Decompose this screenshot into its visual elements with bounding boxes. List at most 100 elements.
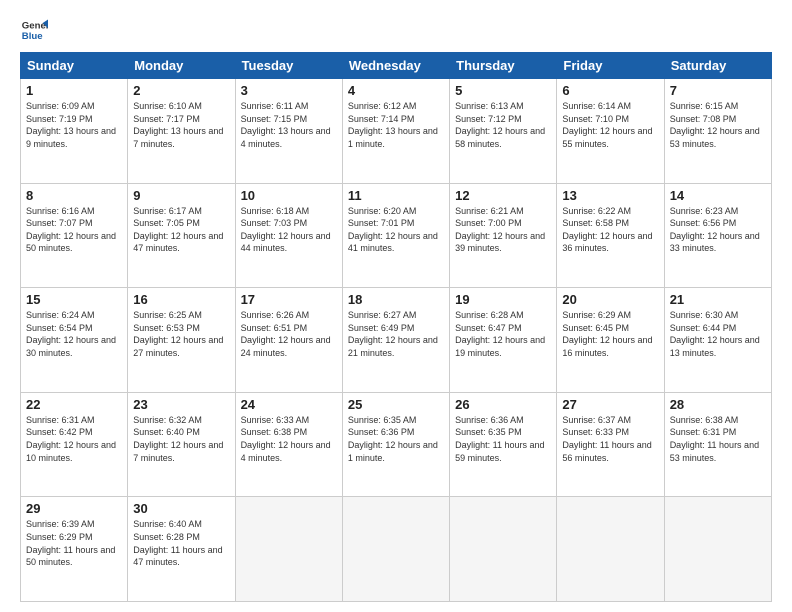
day-number: 13 (562, 188, 658, 203)
day-number: 15 (26, 292, 122, 307)
day-info: Sunrise: 6:22 AM Sunset: 6:58 PM Dayligh… (562, 205, 658, 255)
day-number: 7 (670, 83, 766, 98)
calendar-week-3: 15 Sunrise: 6:24 AM Sunset: 6:54 PM Dayl… (21, 288, 772, 393)
day-number: 3 (241, 83, 337, 98)
calendar-cell: 28 Sunrise: 6:38 AM Sunset: 6:31 PM Dayl… (664, 392, 771, 497)
calendar-cell: 11 Sunrise: 6:20 AM Sunset: 7:01 PM Dayl… (342, 183, 449, 288)
day-number: 12 (455, 188, 551, 203)
calendar-cell: 26 Sunrise: 6:36 AM Sunset: 6:35 PM Dayl… (450, 392, 557, 497)
calendar-cell: 24 Sunrise: 6:33 AM Sunset: 6:38 PM Dayl… (235, 392, 342, 497)
day-number: 9 (133, 188, 229, 203)
day-number: 22 (26, 397, 122, 412)
calendar-cell (235, 497, 342, 602)
calendar-header-monday: Monday (128, 53, 235, 79)
calendar-cell: 22 Sunrise: 6:31 AM Sunset: 6:42 PM Dayl… (21, 392, 128, 497)
day-number: 28 (670, 397, 766, 412)
day-number: 6 (562, 83, 658, 98)
calendar-cell: 2 Sunrise: 6:10 AM Sunset: 7:17 PM Dayli… (128, 79, 235, 184)
day-info: Sunrise: 6:31 AM Sunset: 6:42 PM Dayligh… (26, 414, 122, 464)
day-number: 18 (348, 292, 444, 307)
day-number: 23 (133, 397, 229, 412)
calendar-cell: 13 Sunrise: 6:22 AM Sunset: 6:58 PM Dayl… (557, 183, 664, 288)
logo-icon: General Blue (20, 16, 48, 44)
calendar-cell: 17 Sunrise: 6:26 AM Sunset: 6:51 PM Dayl… (235, 288, 342, 393)
day-info: Sunrise: 6:32 AM Sunset: 6:40 PM Dayligh… (133, 414, 229, 464)
day-info: Sunrise: 6:25 AM Sunset: 6:53 PM Dayligh… (133, 309, 229, 359)
calendar-week-5: 29 Sunrise: 6:39 AM Sunset: 6:29 PM Dayl… (21, 497, 772, 602)
day-info: Sunrise: 6:30 AM Sunset: 6:44 PM Dayligh… (670, 309, 766, 359)
day-info: Sunrise: 6:13 AM Sunset: 7:12 PM Dayligh… (455, 100, 551, 150)
day-number: 20 (562, 292, 658, 307)
calendar-cell: 7 Sunrise: 6:15 AM Sunset: 7:08 PM Dayli… (664, 79, 771, 184)
day-info: Sunrise: 6:40 AM Sunset: 6:28 PM Dayligh… (133, 518, 229, 568)
day-info: Sunrise: 6:16 AM Sunset: 7:07 PM Dayligh… (26, 205, 122, 255)
calendar-cell: 20 Sunrise: 6:29 AM Sunset: 6:45 PM Dayl… (557, 288, 664, 393)
day-number: 1 (26, 83, 122, 98)
day-info: Sunrise: 6:36 AM Sunset: 6:35 PM Dayligh… (455, 414, 551, 464)
day-info: Sunrise: 6:27 AM Sunset: 6:49 PM Dayligh… (348, 309, 444, 359)
calendar-cell (450, 497, 557, 602)
day-info: Sunrise: 6:35 AM Sunset: 6:36 PM Dayligh… (348, 414, 444, 464)
calendar-cell: 19 Sunrise: 6:28 AM Sunset: 6:47 PM Dayl… (450, 288, 557, 393)
calendar-week-4: 22 Sunrise: 6:31 AM Sunset: 6:42 PM Dayl… (21, 392, 772, 497)
svg-text:General: General (22, 20, 48, 31)
day-number: 17 (241, 292, 337, 307)
day-info: Sunrise: 6:24 AM Sunset: 6:54 PM Dayligh… (26, 309, 122, 359)
day-info: Sunrise: 6:21 AM Sunset: 7:00 PM Dayligh… (455, 205, 551, 255)
calendar-cell: 29 Sunrise: 6:39 AM Sunset: 6:29 PM Dayl… (21, 497, 128, 602)
day-number: 16 (133, 292, 229, 307)
day-number: 11 (348, 188, 444, 203)
calendar-cell: 27 Sunrise: 6:37 AM Sunset: 6:33 PM Dayl… (557, 392, 664, 497)
logo: General Blue (20, 16, 48, 44)
calendar-cell: 4 Sunrise: 6:12 AM Sunset: 7:14 PM Dayli… (342, 79, 449, 184)
calendar-header-wednesday: Wednesday (342, 53, 449, 79)
day-number: 14 (670, 188, 766, 203)
day-number: 30 (133, 501, 229, 516)
calendar-cell: 21 Sunrise: 6:30 AM Sunset: 6:44 PM Dayl… (664, 288, 771, 393)
day-info: Sunrise: 6:33 AM Sunset: 6:38 PM Dayligh… (241, 414, 337, 464)
day-info: Sunrise: 6:39 AM Sunset: 6:29 PM Dayligh… (26, 518, 122, 568)
day-info: Sunrise: 6:18 AM Sunset: 7:03 PM Dayligh… (241, 205, 337, 255)
day-info: Sunrise: 6:10 AM Sunset: 7:17 PM Dayligh… (133, 100, 229, 150)
calendar-cell: 3 Sunrise: 6:11 AM Sunset: 7:15 PM Dayli… (235, 79, 342, 184)
calendar-cell: 9 Sunrise: 6:17 AM Sunset: 7:05 PM Dayli… (128, 183, 235, 288)
calendar-cell: 14 Sunrise: 6:23 AM Sunset: 6:56 PM Dayl… (664, 183, 771, 288)
calendar-cell: 30 Sunrise: 6:40 AM Sunset: 6:28 PM Dayl… (128, 497, 235, 602)
calendar-cell: 23 Sunrise: 6:32 AM Sunset: 6:40 PM Dayl… (128, 392, 235, 497)
day-number: 4 (348, 83, 444, 98)
calendar-header-saturday: Saturday (664, 53, 771, 79)
calendar-cell: 1 Sunrise: 6:09 AM Sunset: 7:19 PM Dayli… (21, 79, 128, 184)
calendar-cell (342, 497, 449, 602)
day-info: Sunrise: 6:09 AM Sunset: 7:19 PM Dayligh… (26, 100, 122, 150)
calendar-cell: 25 Sunrise: 6:35 AM Sunset: 6:36 PM Dayl… (342, 392, 449, 497)
calendar-header-row: SundayMondayTuesdayWednesdayThursdayFrid… (21, 53, 772, 79)
calendar-week-1: 1 Sunrise: 6:09 AM Sunset: 7:19 PM Dayli… (21, 79, 772, 184)
day-info: Sunrise: 6:26 AM Sunset: 6:51 PM Dayligh… (241, 309, 337, 359)
calendar-header-thursday: Thursday (450, 53, 557, 79)
day-info: Sunrise: 6:12 AM Sunset: 7:14 PM Dayligh… (348, 100, 444, 150)
day-info: Sunrise: 6:28 AM Sunset: 6:47 PM Dayligh… (455, 309, 551, 359)
calendar-week-2: 8 Sunrise: 6:16 AM Sunset: 7:07 PM Dayli… (21, 183, 772, 288)
svg-text:Blue: Blue (22, 31, 43, 42)
day-number: 21 (670, 292, 766, 307)
day-info: Sunrise: 6:20 AM Sunset: 7:01 PM Dayligh… (348, 205, 444, 255)
day-number: 8 (26, 188, 122, 203)
day-info: Sunrise: 6:14 AM Sunset: 7:10 PM Dayligh… (562, 100, 658, 150)
calendar-cell: 10 Sunrise: 6:18 AM Sunset: 7:03 PM Dayl… (235, 183, 342, 288)
day-number: 26 (455, 397, 551, 412)
calendar-table: SundayMondayTuesdayWednesdayThursdayFrid… (20, 52, 772, 602)
page-header: General Blue (20, 16, 772, 44)
calendar-cell: 12 Sunrise: 6:21 AM Sunset: 7:00 PM Dayl… (450, 183, 557, 288)
day-info: Sunrise: 6:15 AM Sunset: 7:08 PM Dayligh… (670, 100, 766, 150)
calendar-cell: 16 Sunrise: 6:25 AM Sunset: 6:53 PM Dayl… (128, 288, 235, 393)
calendar-cell: 15 Sunrise: 6:24 AM Sunset: 6:54 PM Dayl… (21, 288, 128, 393)
day-info: Sunrise: 6:38 AM Sunset: 6:31 PM Dayligh… (670, 414, 766, 464)
day-number: 24 (241, 397, 337, 412)
day-number: 5 (455, 83, 551, 98)
calendar-cell: 5 Sunrise: 6:13 AM Sunset: 7:12 PM Dayli… (450, 79, 557, 184)
day-info: Sunrise: 6:17 AM Sunset: 7:05 PM Dayligh… (133, 205, 229, 255)
day-number: 10 (241, 188, 337, 203)
calendar-cell: 18 Sunrise: 6:27 AM Sunset: 6:49 PM Dayl… (342, 288, 449, 393)
calendar-header-sunday: Sunday (21, 53, 128, 79)
day-number: 27 (562, 397, 658, 412)
